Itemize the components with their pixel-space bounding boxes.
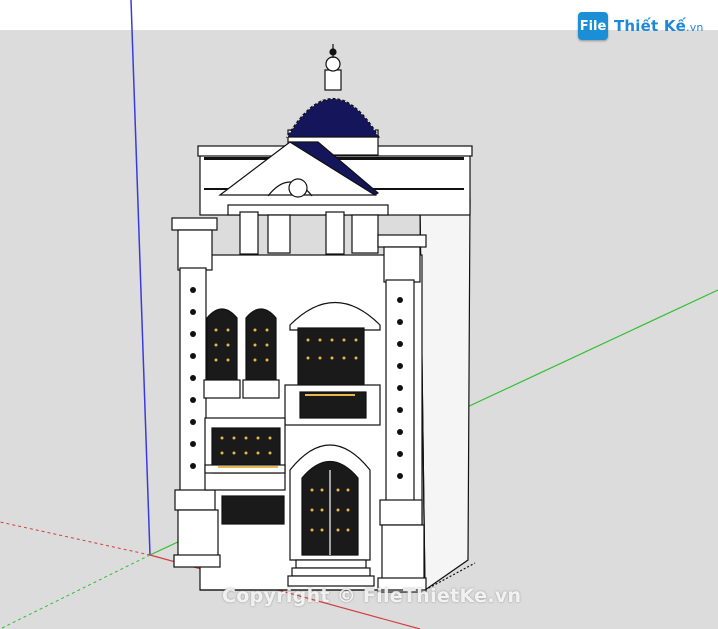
red-axis-negative: [0, 521, 151, 556]
entrance-steps: [287, 559, 375, 587]
brand-logo: File Thiết Kế.vn: [578, 10, 704, 42]
green-axis-negative: [0, 554, 151, 629]
attic-colonnade: [227, 204, 389, 255]
model-canvas[interactable]: [0, 0, 718, 629]
blue-axis: [130, 0, 151, 556]
brand-name: Thiết Kế.vn: [614, 17, 704, 35]
entrance-door: [289, 444, 371, 561]
brand-suffix: .vn: [686, 21, 704, 34]
dome: [285, 44, 381, 156]
side-wall: [419, 199, 471, 592]
building-model: [171, 44, 476, 593]
brand-title: Thiết Kế: [614, 17, 687, 35]
file-logo-icon: File: [578, 12, 608, 40]
sketchup-viewport[interactable]: File Thiết Kế.vn Copyright © FileThietKe…: [0, 0, 718, 629]
copyright-watermark: Copyright © FileThietKe.vn: [222, 585, 522, 607]
